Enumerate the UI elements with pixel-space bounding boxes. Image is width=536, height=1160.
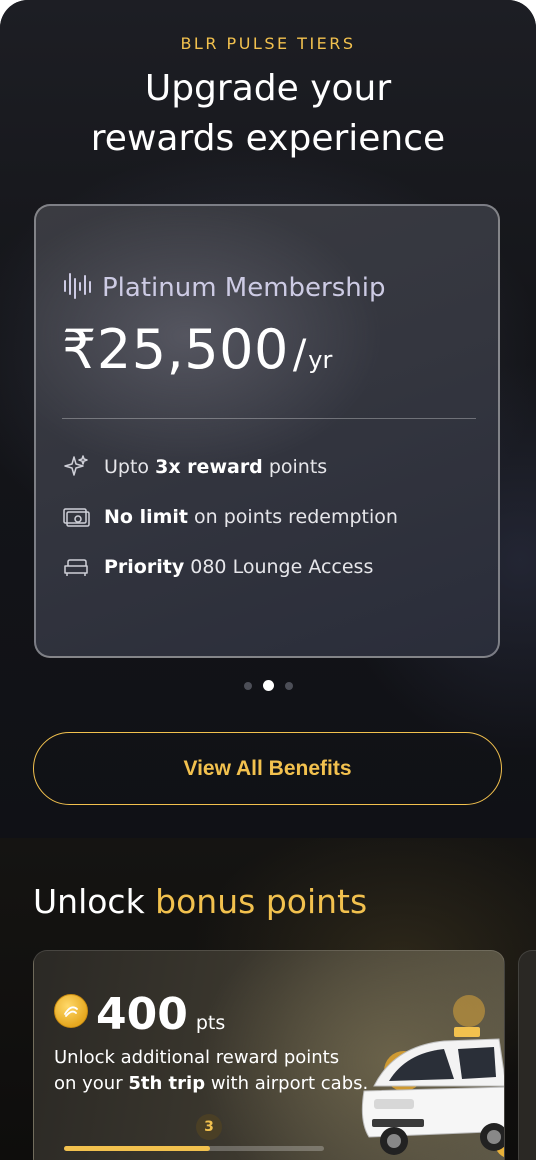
- price-slash: /: [292, 332, 307, 378]
- carousel-indicator: [0, 680, 536, 691]
- tier-name: Platinum Membership: [102, 273, 386, 303]
- page-title: Upgrade your rewards experience: [0, 64, 536, 164]
- next-offer-card-peek[interactable]: [518, 950, 536, 1160]
- sparkles-icon: [62, 453, 90, 481]
- price-period: yr: [308, 346, 333, 374]
- points-unit: pts: [195, 1012, 226, 1034]
- price-amount: ₹25,500: [62, 318, 289, 381]
- tier-price: ₹25,500 / yr: [62, 318, 332, 381]
- benefit-text: No limit on points redemption: [104, 506, 398, 528]
- view-all-benefits-button[interactable]: View All Benefits: [33, 732, 502, 805]
- soundwave-icon: [62, 270, 94, 306]
- carousel-dot[interactable]: [262, 680, 274, 691]
- benefit-text: Priority 080 Lounge Access: [104, 556, 374, 578]
- coin-icon: [54, 994, 88, 1028]
- benefit-item: Priority 080 Lounge Access: [62, 552, 373, 582]
- tiers-hero: BLR PULSE TIERS Upgrade your rewards exp…: [0, 0, 536, 838]
- carousel-dot[interactable]: [284, 681, 293, 690]
- carousel-dot[interactable]: [243, 681, 252, 690]
- tier-card[interactable]: Platinum Membership ₹25,500 / yr Upto 3x…: [34, 204, 500, 658]
- taxi-car-illustration: [361, 995, 504, 1158]
- benefit-item: Upto 3x reward points: [62, 452, 327, 482]
- points-value: 400: [96, 989, 188, 1040]
- app-screen: BLR PULSE TIERS Upgrade your rewards exp…: [0, 0, 536, 1160]
- headline-line-1: Upgrade your: [144, 68, 392, 109]
- section-title: Unlock bonus points: [33, 882, 368, 921]
- benefit-text: Upto 3x reward points: [104, 456, 328, 478]
- eyebrow-label: BLR PULSE TIERS: [180, 34, 356, 53]
- offer-points: 400 pts: [54, 989, 225, 1040]
- tier-header: Platinum Membership: [62, 270, 386, 306]
- headline-line-2: rewards experience: [90, 118, 446, 159]
- progress-fill: [64, 1146, 210, 1151]
- benefit-item: No limit on points redemption: [62, 502, 398, 532]
- offer-description: Unlock additional reward points on your …: [54, 1047, 369, 1094]
- trip-progress-bar: [64, 1146, 324, 1151]
- trip-step-badge: 3: [196, 1114, 222, 1140]
- sofa-icon: [62, 553, 90, 581]
- cash-icon: [62, 503, 90, 531]
- bonus-offer-card[interactable]: 400 pts Unlock additional reward points …: [33, 950, 505, 1160]
- card-divider: [62, 418, 476, 419]
